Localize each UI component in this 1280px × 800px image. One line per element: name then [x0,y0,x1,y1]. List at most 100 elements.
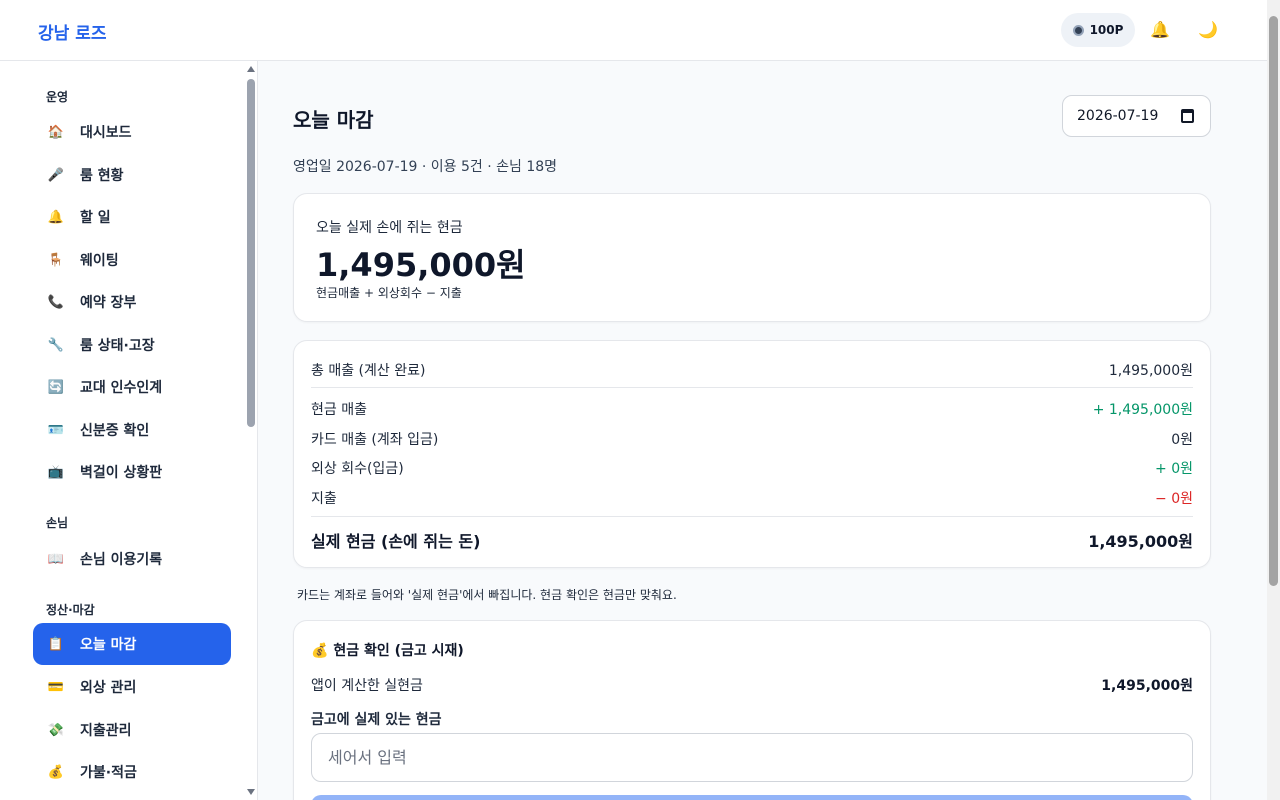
book-icon: 📖 [47,551,65,567]
row-label: 앱이 계산한 실현금 [311,678,423,694]
date-picker[interactable]: 2026-07-19 [1062,95,1211,137]
submit-cash-check-button[interactable] [311,795,1193,800]
cash-summary-amount: 1,495,000원 [316,246,526,284]
sidebar-item-label: 벽걸이 상황판 [80,465,163,481]
safe-cash-label: 금고에 실제 있는 현금 [311,712,442,728]
coin-icon [1072,24,1084,36]
sidebar-item-daily-closing[interactable]: 📋 오늘 마감 [33,623,231,665]
safe-cash-input[interactable] [311,733,1193,782]
microphone-icon: 🎤 [47,167,65,183]
refresh-icon: 🔄 [47,379,65,395]
scroll-up-icon[interactable] [247,66,255,72]
sidebar: 운영 🏠 대시보드 🎤 룸 현황 🔔 할 일 🪑 웨이팅 📞 예약 장부 🔧 룸… [0,61,258,800]
cash-check-card: 💰 현금 확인 (금고 시재) 앱이 계산한 실현금 1,495,000원 금고… [293,620,1211,800]
divider [311,516,1193,517]
sidebar-item-label: 신분증 확인 [80,423,150,439]
page-scrollbar-thumb[interactable] [1269,16,1278,586]
sidebar-item-advance-savings[interactable]: 💰 가불·적금 [33,751,231,793]
cash-check-title-text: 현금 확인 (금고 시재) [333,643,464,659]
sidebar-item-label: 교대 인수인계 [80,380,163,396]
row-value: 0원 [1171,432,1193,448]
sidebar-item-label: 대시보드 [80,125,132,141]
bell-icon: 🔔 [47,209,65,225]
sidebar-item-label: 할 일 [80,210,111,226]
sidebar-item-label: 지출관리 [80,723,132,739]
card-sales-row: 카드 매출 (계좌 입금) 0원 [311,429,1193,449]
money-bag-icon: 💰 [47,764,65,780]
row-label: 카드 매출 (계좌 입금) [311,432,439,448]
row-value: 1,495,000원 [1088,532,1193,551]
cash-summary-label: 오늘 실제 손에 쥐는 현금 [316,220,463,236]
row-value: + 1,495,000원 [1092,402,1193,418]
sidebar-item-room-maintenance[interactable]: 🔧 룸 상태·고장 [33,324,231,366]
sidebar-item-dashboard[interactable]: 🏠 대시보드 [33,111,231,153]
phone-icon: 📞 [47,294,65,310]
sidebar-scrollbar[interactable] [245,61,257,800]
row-label: 외상 회수(입금) [311,461,404,477]
page-title: 오늘 마감 [293,108,374,132]
date-value: 2026-07-19 [1077,108,1159,124]
breakdown-card: 총 매출 (계산 완료) 1,495,000원 현금 매출 + 1,495,00… [293,340,1211,568]
money-wings-icon: 💸 [47,722,65,738]
sidebar-item-id-check[interactable]: 🪪 신분증 확인 [33,409,231,451]
row-value: 1,495,000원 [1101,678,1193,694]
cash-sales-row: 현금 매출 + 1,495,000원 [311,399,1193,419]
row-value: 1,495,000원 [1108,363,1193,379]
sidebar-section-title: 손님 [46,516,69,530]
sidebar-item-label: 예약 장부 [80,295,137,311]
sidebar-item-label: 가불·적금 [80,765,137,781]
sidebar-section-title: 정산·마감 [46,603,95,617]
sidebar-item-waiting[interactable]: 🪑 웨이팅 [33,239,231,281]
points-badge[interactable]: 100P [1061,13,1135,47]
clipboard-icon: 📋 [47,636,65,652]
cash-summary-card: 오늘 실제 손에 쥐는 현금 1,495,000원 현금매출 + 외상회수 − … [293,193,1211,322]
wrench-icon: 🔧 [47,337,65,353]
sidebar-item-wall-board[interactable]: 📺 벽걸이 상황판 [33,451,231,493]
sidebar-item-label: 손님 이용기록 [80,552,163,568]
row-label: 실제 현금 (손에 쥐는 돈) [311,532,481,551]
row-label: 총 매출 (계산 완료) [311,363,426,379]
credit-collection-row: 외상 회수(입금) + 0원 [311,458,1193,478]
credit-card-icon: 💳 [47,679,65,695]
home-icon: 🏠 [47,124,65,140]
sidebar-scrollbar-thumb[interactable] [247,79,255,427]
page-scrollbar[interactable] [1267,0,1280,800]
row-label: 현금 매출 [311,402,367,418]
money-bag-icon: 💰 [311,643,329,659]
sidebar-item-label: 룸 상태·고장 [80,338,155,354]
sidebar-item-label: 외상 관리 [80,680,137,696]
calendar-icon[interactable] [1181,109,1194,123]
scroll-down-icon[interactable] [247,789,255,795]
cash-summary-formula: 현금매출 + 외상회수 − 지출 [316,286,462,300]
tv-icon: 📺 [47,464,65,480]
sidebar-item-expenses[interactable]: 💸 지출관리 [33,709,231,751]
sidebar-item-label: 룸 현황 [80,168,124,184]
chair-icon: 🪑 [47,252,65,268]
brand-logo[interactable]: 강남 로즈 [38,19,106,44]
cash-check-title: 💰 현금 확인 (금고 시재) [311,640,464,660]
row-value: − 0원 [1155,491,1193,507]
sidebar-item-todo[interactable]: 🔔 할 일 [33,196,231,238]
real-cash-row: 실제 현금 (손에 쥐는 돈) 1,495,000원 [311,528,1193,552]
moon-icon[interactable]: 🌙 [1198,20,1218,40]
sidebar-item-label: 웨이팅 [80,253,119,269]
card-note: 카드는 계좌로 들어와 '실제 현금'에서 빠집니다. 현금 확인은 현금만 맞… [297,588,677,602]
sidebar-item-guest-history[interactable]: 📖 손님 이용기록 [33,538,231,580]
sidebar-item-credit[interactable]: 💳 외상 관리 [33,666,231,708]
total-sales-row: 총 매출 (계산 완료) 1,495,000원 [311,360,1193,380]
bell-icon[interactable]: 🔔 [1150,20,1170,40]
id-card-icon: 🪪 [47,422,65,438]
sidebar-item-room-status[interactable]: 🎤 룸 현황 [33,154,231,196]
top-header: 강남 로즈 100P 🔔 🌙 [0,0,1267,61]
divider [311,387,1193,388]
sidebar-section-title: 운영 [46,90,69,104]
sidebar-item-reservations[interactable]: 📞 예약 장부 [33,281,231,323]
expense-row: 지출 − 0원 [311,488,1193,508]
sidebar-item-label: 오늘 마감 [80,637,137,653]
points-value: 100P [1089,23,1124,37]
row-label: 지출 [311,491,337,507]
row-value: + 0원 [1155,461,1193,477]
app-calculated-cash-row: 앱이 계산한 실현금 1,495,000원 [311,675,1193,695]
business-day-summary: 영업일 2026-07-19 · 이용 5건 · 손님 18명 [293,159,558,175]
sidebar-item-shift-handover[interactable]: 🔄 교대 인수인계 [33,366,231,408]
